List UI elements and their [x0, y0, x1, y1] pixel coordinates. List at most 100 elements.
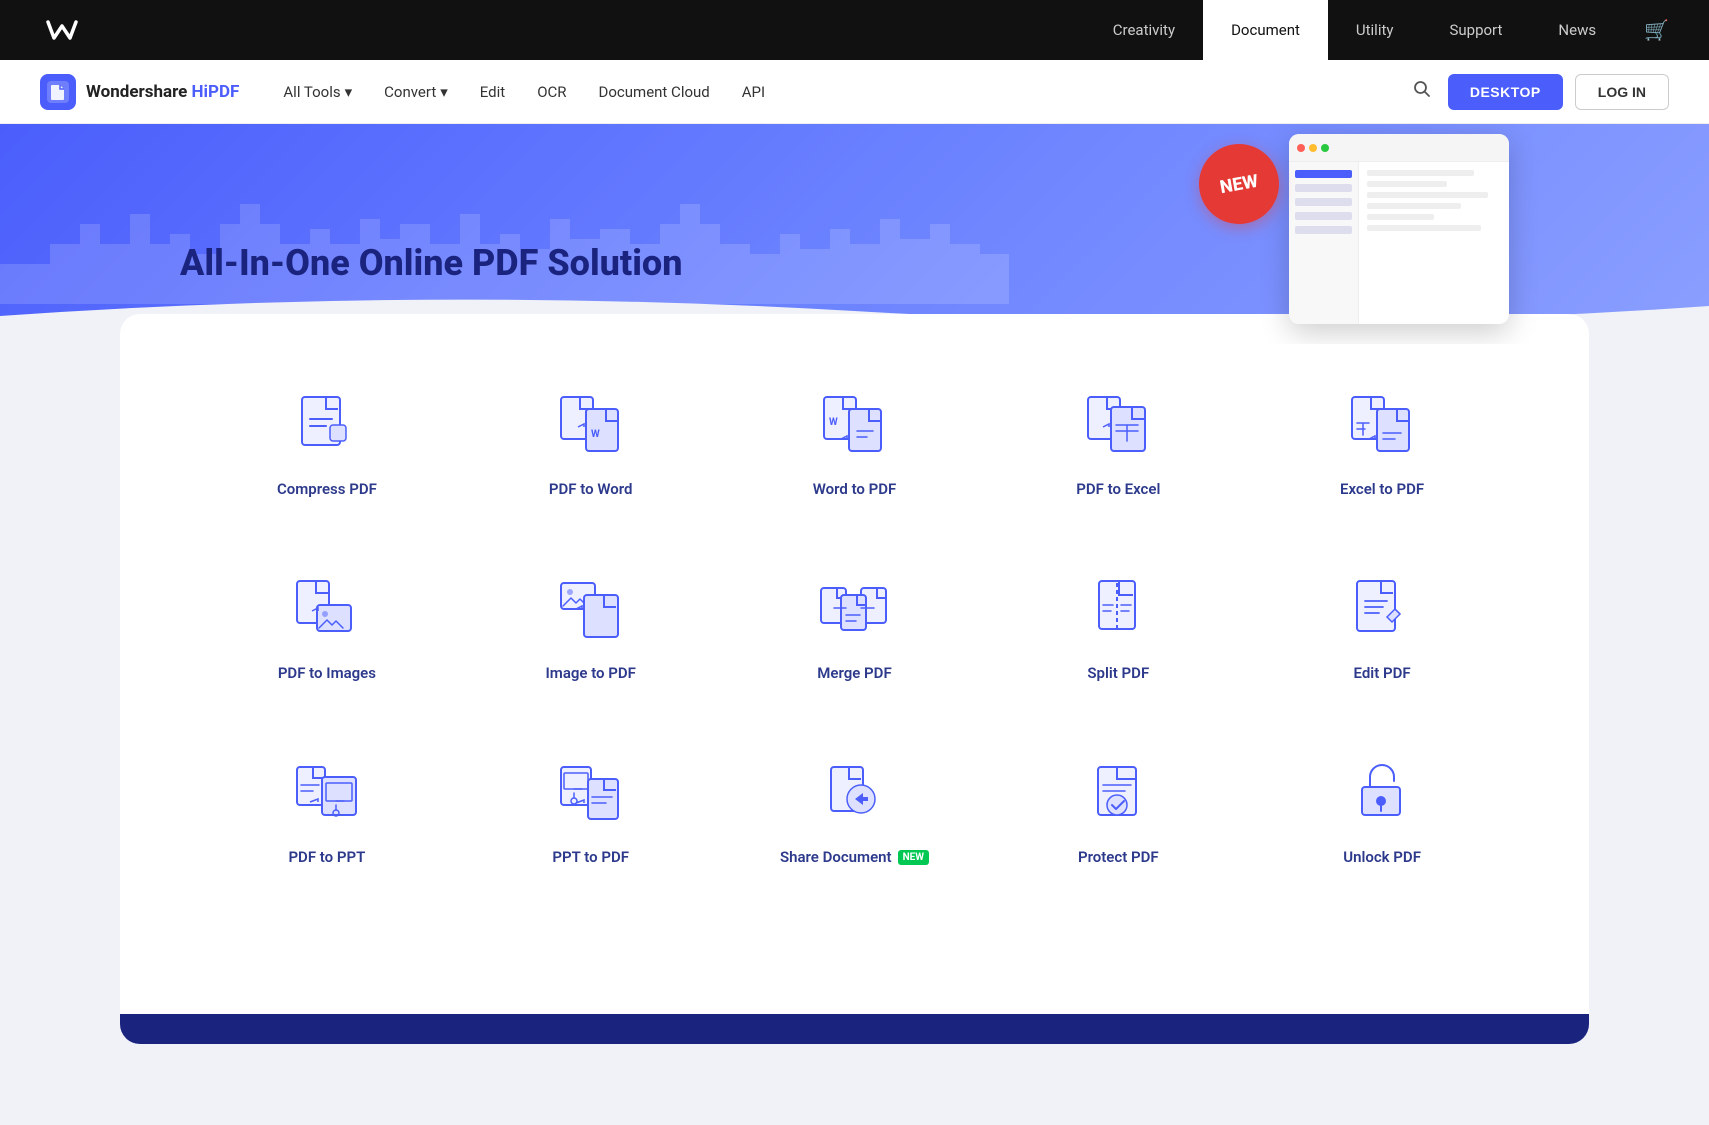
search-icon [1412, 79, 1432, 99]
pdf-to-images-icon [287, 568, 367, 648]
pdf-to-ppt-label: PDF to PPT [288, 848, 365, 866]
pdf-to-word-icon: W [551, 384, 631, 464]
tools-container: Compress PDF W PDF to Word [120, 314, 1589, 1014]
nav-creativity[interactable]: Creativity [1085, 0, 1203, 60]
hipdf-name: Wondershare HiPDF [86, 82, 239, 102]
top-nav-links: Creativity Document Utility Support News… [1085, 0, 1669, 60]
pdf-to-ppt-icon [287, 752, 367, 832]
minimize-dot [1309, 144, 1317, 152]
cart-icon[interactable]: 🛒 [1644, 18, 1669, 42]
preview-row [1367, 214, 1434, 220]
tool-word-to-pdf[interactable]: W Word to PDF [728, 354, 982, 518]
preview-sidebar-item [1295, 212, 1352, 220]
ppt-to-pdf-label: PPT to PDF [552, 848, 629, 866]
excel-to-pdf-icon [1342, 384, 1422, 464]
maximize-dot [1321, 144, 1329, 152]
merge-pdf-icon [814, 568, 894, 648]
split-pdf-icon [1078, 568, 1158, 648]
tool-excel-to-pdf[interactable]: Excel to PDF [1255, 354, 1509, 518]
hipdf-brand[interactable]: Wondershare HiPDF [40, 74, 239, 110]
image-to-pdf-icon [551, 568, 631, 648]
preview-row [1367, 225, 1481, 231]
ppt-to-pdf-icon [551, 752, 631, 832]
tool-pdf-to-excel[interactable]: PDF to Excel [991, 354, 1245, 518]
hipdf-icon [40, 74, 76, 110]
preview-row [1367, 203, 1461, 209]
tool-compress-pdf[interactable]: Compress PDF [200, 354, 454, 518]
svg-text:W: W [829, 417, 838, 428]
tool-image-to-pdf[interactable]: Image to PDF [464, 538, 718, 702]
tool-protect-pdf[interactable]: Protect PDF [991, 722, 1245, 886]
preview-sidebar-item [1295, 184, 1352, 192]
tool-merge-pdf[interactable]: Merge PDF [728, 538, 982, 702]
preview-body [1289, 162, 1509, 324]
pdf-to-excel-label: PDF to Excel [1076, 480, 1160, 498]
preview-sidebar [1289, 162, 1359, 324]
preview-row [1367, 192, 1488, 198]
image-to-pdf-label: Image to PDF [545, 664, 635, 682]
share-document-icon [814, 752, 894, 832]
split-pdf-label: Split PDF [1087, 664, 1149, 682]
tool-pdf-to-ppt[interactable]: PDF to PPT [200, 722, 454, 886]
svg-text:W: W [591, 429, 600, 440]
preview-sidebar-item [1295, 170, 1352, 178]
merge-pdf-label: Merge PDF [817, 664, 891, 682]
excel-to-pdf-label: Excel to PDF [1340, 480, 1424, 498]
nav-edit[interactable]: Edit [466, 75, 519, 109]
nav-convert[interactable]: Convert ▾ [370, 75, 462, 109]
nav-utility[interactable]: Utility [1328, 0, 1422, 60]
login-button[interactable]: LOG IN [1575, 74, 1669, 110]
edit-pdf-icon [1342, 568, 1422, 648]
nav-support[interactable]: Support [1421, 0, 1530, 60]
tool-split-pdf[interactable]: Split PDF [991, 538, 1245, 702]
share-document-label: Share Document NEW [780, 848, 929, 866]
tool-share-document[interactable]: Share Document NEW [728, 722, 982, 886]
compress-pdf-icon [287, 384, 367, 464]
preview-row [1367, 181, 1447, 187]
close-dot [1297, 144, 1305, 152]
hero-banner: NEW All-In-One Online PDF Solution [0, 124, 1709, 344]
tool-pdf-to-word[interactable]: W PDF to Word [464, 354, 718, 518]
preview-sidebar-item [1295, 226, 1352, 234]
hero-title: All-In-One Online PDF Solution [180, 242, 682, 284]
pdf-to-word-label: PDF to Word [549, 480, 633, 498]
protect-pdf-label: Protect PDF [1078, 848, 1159, 866]
preview-sidebar-item [1295, 198, 1352, 206]
chevron-down-icon: ▾ [345, 83, 353, 101]
word-to-pdf-icon: W [814, 384, 894, 464]
nav-news[interactable]: News [1530, 0, 1624, 60]
compress-pdf-label: Compress PDF [277, 480, 377, 498]
pdf-to-images-label: PDF to Images [278, 664, 376, 682]
preview-row [1367, 170, 1474, 176]
app-preview [1289, 134, 1509, 324]
top-navigation: Creativity Document Utility Support News… [0, 0, 1709, 60]
nav-document[interactable]: Document [1203, 0, 1328, 60]
tool-ppt-to-pdf[interactable]: PPT to PDF [464, 722, 718, 886]
pdf-to-excel-icon [1078, 384, 1158, 464]
nav-ocr[interactable]: OCR [523, 75, 580, 109]
nav-doc-cloud[interactable]: Document Cloud [585, 75, 724, 109]
word-to-pdf-label: Word to PDF [813, 480, 897, 498]
sec-nav-links: All Tools ▾ Convert ▾ Edit OCR Document … [269, 75, 1407, 109]
secondary-navigation: Wondershare HiPDF All Tools ▾ Convert ▾ … [0, 60, 1709, 124]
search-button[interactable] [1408, 75, 1436, 109]
unlock-pdf-icon [1342, 752, 1422, 832]
tool-unlock-pdf[interactable]: Unlock PDF [1255, 722, 1509, 886]
sec-nav-actions: DESKTOP LOG IN [1408, 74, 1669, 110]
tools-grid: Compress PDF W PDF to Word [200, 354, 1509, 886]
chevron-down-icon-convert: ▾ [440, 83, 448, 101]
tool-pdf-to-images[interactable]: PDF to Images [200, 538, 454, 702]
protect-pdf-icon [1078, 752, 1158, 832]
preview-main [1359, 162, 1509, 324]
unlock-pdf-label: Unlock PDF [1343, 848, 1421, 866]
preview-header [1289, 134, 1509, 162]
desktop-button[interactable]: DESKTOP [1448, 74, 1563, 110]
tool-edit-pdf[interactable]: Edit PDF [1255, 538, 1509, 702]
nav-api[interactable]: API [728, 75, 779, 109]
new-tag: NEW [898, 850, 929, 865]
wondershare-logo[interactable] [40, 8, 84, 52]
edit-pdf-label: Edit PDF [1354, 664, 1411, 682]
main-content: Compress PDF W PDF to Word [0, 314, 1709, 1044]
nav-all-tools[interactable]: All Tools ▾ [269, 75, 366, 109]
bottom-bar [120, 1014, 1589, 1044]
